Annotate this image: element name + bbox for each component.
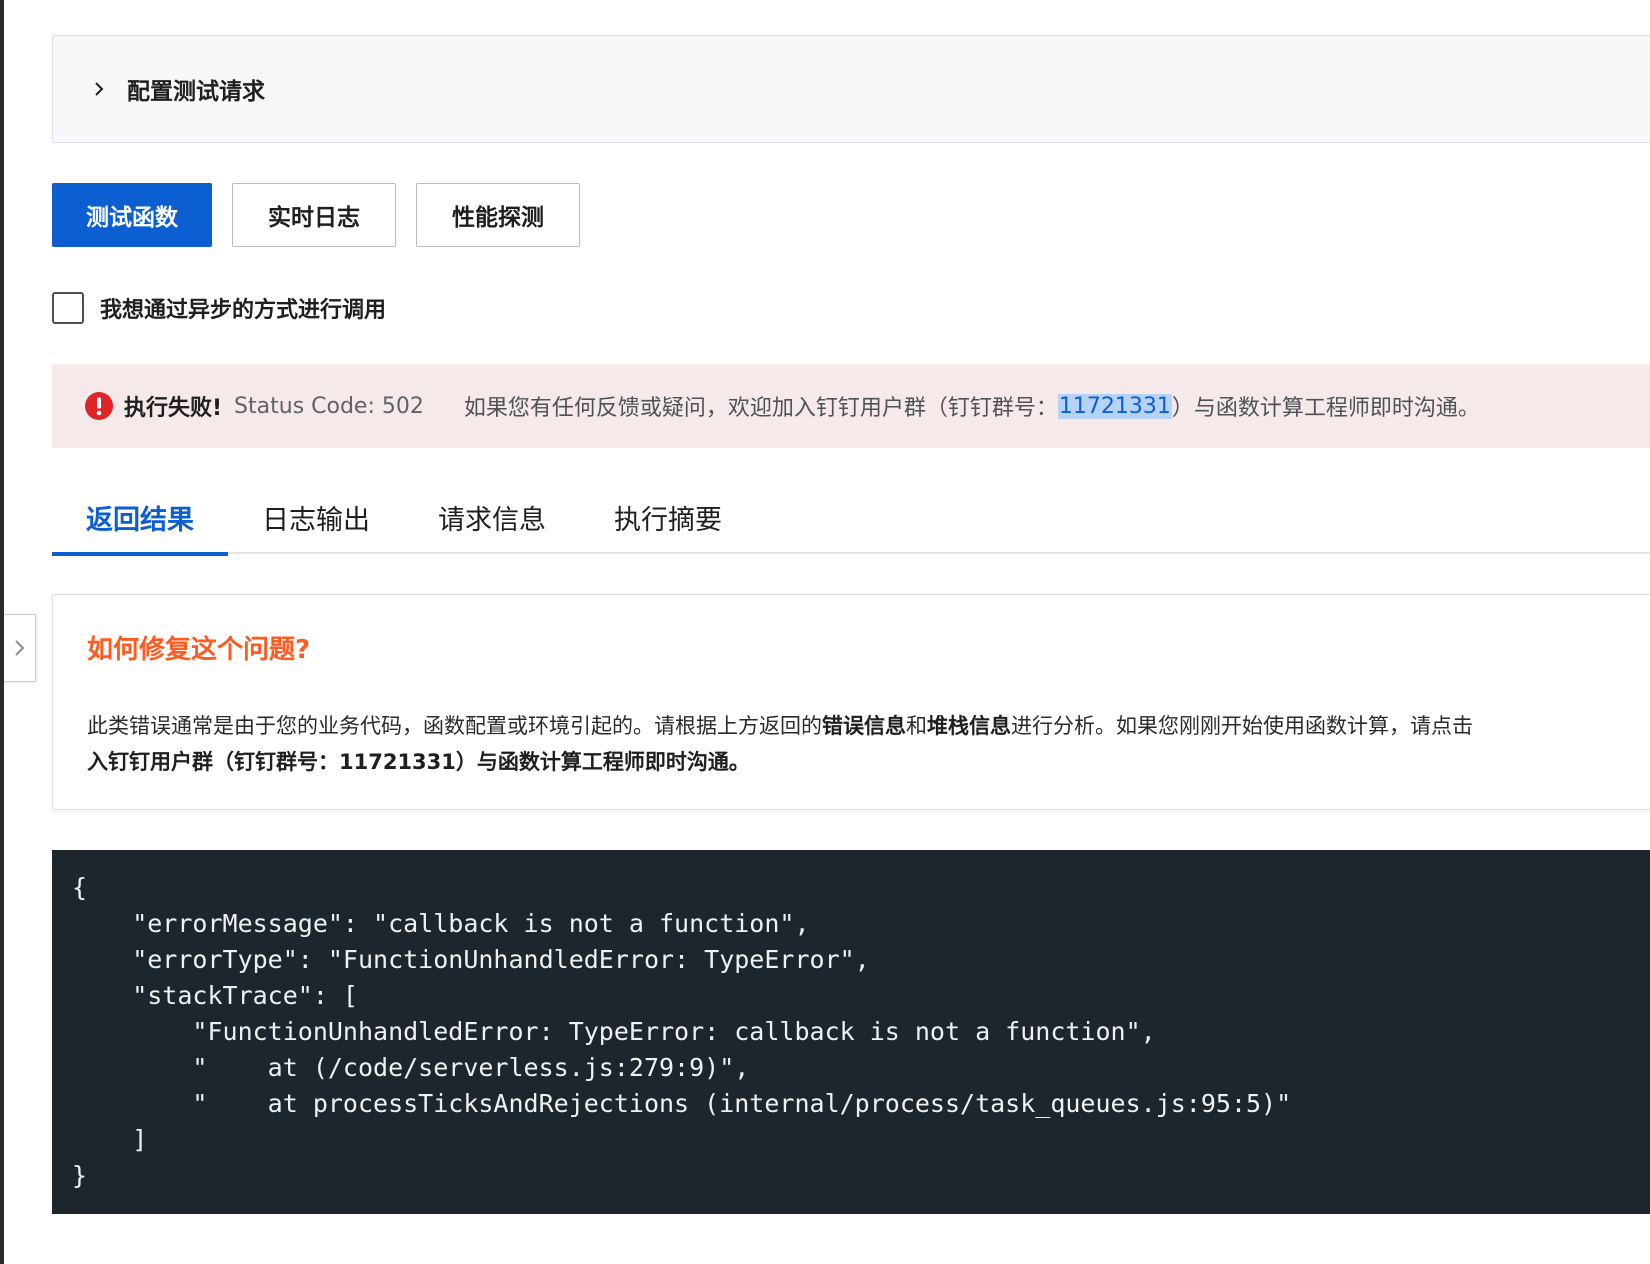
async-invoke-label: 我想通过异步的方式进行调用	[100, 298, 387, 323]
page: 配置测试请求 测试函数 实时日志 性能探测 我想通过异步的方式进行调用 执行失败…	[0, 0, 1650, 1264]
stack-info-highlight: 堆栈信息	[927, 714, 1011, 738]
panel-title: 配置测试请求	[127, 79, 265, 105]
code-line: " at processTicksAndRejections (internal…	[72, 1089, 1292, 1118]
fix-text-part: 此类错误通常是由于您的业务代码，函数配置或环境引起的。请根据上方返回的	[87, 714, 822, 738]
tab-execution-summary[interactable]: 执行摘要	[580, 480, 756, 554]
execution-error-alert: 执行失败! Status Code: 502 如果您有任何反馈或疑问，欢迎加入钉…	[52, 364, 1650, 448]
feedback-message-prefix: 如果您有任何反馈或疑问，欢迎加入钉钉用户群（钉钉群号：	[463, 396, 1058, 421]
realtime-logs-button[interactable]: 实时日志	[232, 183, 396, 247]
status-code: Status Code: 502	[234, 393, 424, 419]
code-line: }	[72, 1161, 88, 1190]
performance-probe-button[interactable]: 性能探测	[416, 183, 580, 247]
feedback-message-suffix: ）与函数计算工程师即时沟通。	[1171, 396, 1480, 421]
fail-label: 执行失败!	[124, 396, 223, 421]
sidebar-expand-toggle[interactable]	[4, 614, 36, 682]
code-line: ]	[72, 1125, 148, 1154]
fix-description-line-1: 此类错误通常是由于您的业务代码，函数配置或环境引起的。请根据上方返回的错误信息和…	[87, 708, 1650, 744]
chevron-right-icon	[14, 640, 24, 656]
error-info-highlight: 错误信息	[822, 714, 906, 738]
fix-description-line-2: 入钉钉用户群（钉钉群号：11721331）与函数计算工程师即时沟通。	[87, 744, 1650, 780]
test-function-button[interactable]: 测试函数	[52, 183, 212, 247]
fix-title: 如何修复这个问题?	[87, 635, 311, 665]
dingtalk-group-text: 入钉钉用户群（钉钉群号：11721331）与函数计算工程师即时沟通。	[87, 750, 750, 774]
code-line: "stackTrace": [	[72, 981, 358, 1010]
tab-return-result[interactable]: 返回结果	[52, 480, 228, 556]
async-invoke-option[interactable]: 我想通过异步的方式进行调用	[52, 292, 386, 324]
fix-suggestion-card: 如何修复这个问题? 此类错误通常是由于您的业务代码，函数配置或环境引起的。请根据…	[52, 594, 1650, 810]
code-line: "errorType": "FunctionUnhandledError: Ty…	[72, 945, 870, 974]
fix-text-part: 和	[906, 714, 927, 738]
async-invoke-checkbox[interactable]	[52, 292, 84, 324]
code-line: " at (/code/serverless.js:279:9)",	[72, 1053, 750, 1082]
code-line: {	[72, 873, 88, 902]
code-line: "errorMessage": "callback is not a funct…	[72, 909, 810, 938]
config-test-request-panel[interactable]: 配置测试请求	[52, 35, 1650, 143]
dingtalk-group-number[interactable]: 11721331	[1057, 393, 1172, 419]
response-json-block: { "errorMessage": "callback is not a fun…	[52, 850, 1650, 1214]
chevron-right-icon	[95, 82, 104, 96]
tab-request-info[interactable]: 请求信息	[404, 480, 580, 554]
fix-text-part: 进行分析。如果您刚刚开始使用函数计算，请点击	[1011, 714, 1473, 738]
error-circle-icon	[85, 392, 113, 420]
result-tabs: 返回结果 日志输出 请求信息 执行摘要	[52, 480, 1650, 556]
tab-log-output[interactable]: 日志输出	[228, 480, 404, 554]
code-line: "FunctionUnhandledError: TypeError: call…	[72, 1017, 1156, 1046]
